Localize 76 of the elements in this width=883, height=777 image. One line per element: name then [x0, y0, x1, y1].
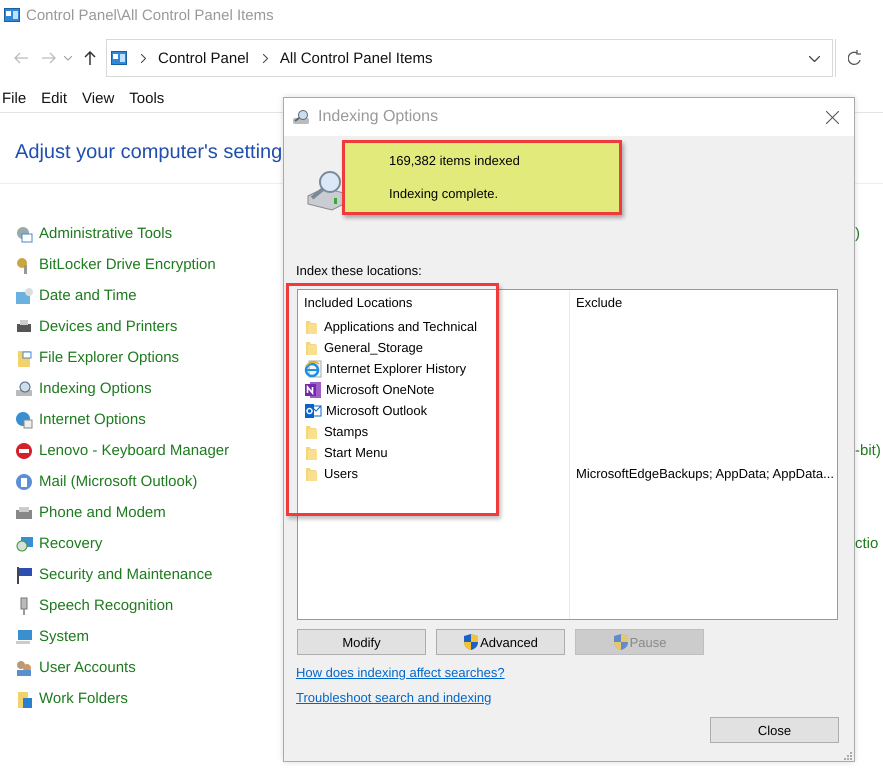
calendar-icon	[15, 287, 33, 305]
users-icon	[15, 659, 33, 677]
up-arrow-icon[interactable]	[84, 51, 96, 65]
control-panel-link[interactable]: Devices and Printers	[39, 318, 178, 335]
close-icon[interactable]	[826, 111, 839, 124]
control-panel-link[interactable]: Lenovo - Keyboard Manager	[39, 442, 230, 459]
menu-item[interactable]: File	[2, 90, 26, 112]
location-name[interactable]: General_Storage	[324, 340, 424, 355]
control-panel-link[interactable]: Mail (Microsoft Outlook)	[39, 473, 198, 490]
exclude-text: MicrosoftEdgeBackups; AppData; AppData...	[576, 466, 834, 481]
control-panel-link[interactable]: ctio	[855, 535, 878, 552]
control-panel-icon	[111, 51, 127, 65]
chevron-down-icon[interactable]	[809, 56, 820, 62]
monitor-icon	[15, 628, 33, 646]
refresh-icon	[848, 50, 862, 66]
control-panel-link[interactable]: Speech Recognition	[39, 597, 174, 614]
globe-icon	[304, 360, 322, 378]
folder-icon	[304, 444, 320, 460]
control-panel-link[interactable]: -bit)	[855, 442, 881, 459]
control-panel-link[interactable]: Phone and Modem	[39, 504, 166, 521]
location-name[interactable]: Microsoft Outlook	[326, 403, 428, 418]
location-name[interactable]: Stamps	[324, 424, 368, 439]
location-name[interactable]: Users	[324, 466, 358, 481]
window-title: Control Panel\All Control Panel Items	[26, 6, 274, 24]
folder-icon	[304, 340, 320, 356]
breadcrumb-item[interactable]: All Control Panel Items	[280, 50, 432, 66]
location-name[interactable]: Internet Explorer History	[326, 361, 466, 376]
control-panel-link[interactable]: BitLocker Drive Encryption	[39, 256, 216, 273]
refresh-button[interactable]	[835, 39, 862, 77]
control-panel-link[interactable]: Recovery	[39, 535, 102, 552]
chevron-right-icon	[262, 54, 268, 62]
control-panel-link[interactable]: Internet Options	[39, 411, 146, 428]
control-panel-link[interactable]: Work Folders	[39, 690, 128, 707]
dialog-button[interactable]: Advanced	[436, 629, 565, 655]
resize-grip-icon[interactable]	[844, 752, 852, 760]
flag-icon	[15, 566, 33, 584]
chevron-right-icon	[141, 54, 146, 62]
control-panel-link[interactable]: Indexing Options	[39, 380, 152, 397]
shield-icon	[463, 633, 480, 651]
help-link[interactable]: Troubleshoot search and indexing	[296, 690, 492, 705]
menu-item[interactable]: View	[82, 90, 114, 112]
folder-icon	[15, 690, 33, 708]
globe-icon	[15, 411, 33, 429]
dialog-title: Indexing Options	[318, 108, 438, 126]
shield-icon	[612, 633, 629, 651]
control-panel-link[interactable]: User Accounts	[39, 659, 136, 676]
phone-icon	[15, 504, 33, 522]
control-panel-link[interactable]: System	[39, 628, 90, 645]
notebook-icon	[304, 380, 322, 398]
indexing-status: Indexing complete.	[389, 186, 500, 201]
control-panel-link[interactable]: Security and Maintenance	[39, 566, 212, 583]
location-name[interactable]: Start Menu	[324, 445, 388, 460]
help-link[interactable]: How does indexing affect searches?	[296, 665, 505, 680]
magnifier-drive-icon	[292, 109, 312, 125]
folder-icon	[304, 424, 320, 440]
control-panel-link[interactable]: Administrative Tools	[39, 225, 172, 242]
location-name[interactable]: Applications and Technical	[324, 319, 477, 334]
close-button[interactable]: Close	[710, 717, 839, 743]
menu-item[interactable]: Edit	[41, 90, 68, 112]
breadcrumb-item[interactable]: Control Panel	[158, 50, 249, 66]
control-panel-link[interactable]: Date and Time	[39, 287, 137, 304]
location-name[interactable]: Microsoft OneNote	[326, 382, 434, 397]
dialog-button[interactable]: Modify	[297, 629, 426, 655]
control-panel-link[interactable]: )	[855, 225, 860, 242]
locations-label: Index these locations:	[296, 263, 423, 280]
folder-icon	[15, 349, 33, 367]
menu-item[interactable]: Tools	[129, 90, 164, 112]
column-header[interactable]: Exclude	[576, 295, 837, 312]
control-panel-link[interactable]: File Explorer Options	[39, 349, 180, 366]
folder-icon	[304, 466, 320, 482]
magnifier-icon	[15, 380, 33, 398]
folder-icon	[304, 318, 320, 334]
column-header[interactable]: Included Locations	[304, 295, 569, 312]
address-bar[interactable]: Control Panel All Control Panel Items	[106, 39, 833, 77]
control-panel-icon	[4, 8, 20, 22]
indexed-count: 169,382 items indexed	[389, 153, 521, 168]
